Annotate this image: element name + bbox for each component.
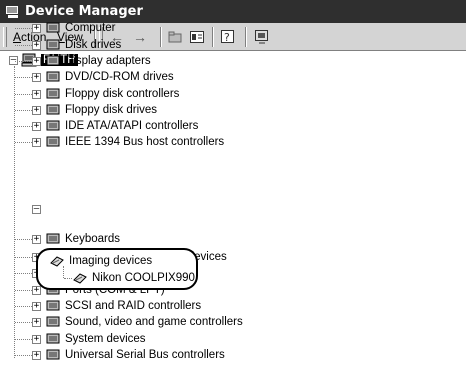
expand-toggle-dvd-cd-rom-drives[interactable]: + xyxy=(32,73,41,82)
svg-text:?: ? xyxy=(224,31,230,44)
tree-connector-branch xyxy=(15,257,32,258)
tree-connector-branch xyxy=(15,290,32,291)
display-adapter-icon xyxy=(46,55,60,66)
properties-icon[interactable] xyxy=(188,28,206,45)
category-label: Floppy disk controllers xyxy=(65,88,180,100)
tree-category-system-devices[interactable]: System devices xyxy=(45,331,146,347)
expand-toggle-scsi-and-raid-controllers[interactable]: + xyxy=(32,302,41,311)
tree-device-nikon-coolpix990[interactable]: Nikon COOLPIX990 xyxy=(72,270,195,286)
category-label: IDE ATA/ATAPI controllers xyxy=(65,120,199,132)
expand-toggle-floppy-disk-drives[interactable]: + xyxy=(32,106,41,115)
imaging-devices-label: Imaging devices xyxy=(69,255,153,267)
expand-toggle-ieee-1394-bus-host-controllers[interactable]: + xyxy=(32,138,41,147)
tree-category-disk-drives[interactable]: Disk drives xyxy=(45,37,121,53)
camera-device-icon xyxy=(73,273,87,284)
tree-category-keyboards[interactable]: Keyboards xyxy=(45,231,120,247)
expand-toggle-keyboards[interactable]: + xyxy=(32,235,41,244)
collapse-toggle-imaging-devices[interactable]: – xyxy=(32,205,41,214)
category-label: Disk drives xyxy=(65,39,122,51)
ieee1394-icon xyxy=(46,136,60,147)
tree-category-floppy-disk-drives[interactable]: Floppy disk drives xyxy=(45,102,157,118)
tree-connector-branch xyxy=(15,94,32,95)
expand-toggle-display-adapters[interactable]: + xyxy=(32,57,41,66)
nikon-device-label: Nikon COOLPIX990 xyxy=(92,272,195,284)
expand-toggle-floppy-disk-controllers[interactable]: + xyxy=(32,90,41,99)
tree-connector-branch xyxy=(15,355,32,356)
toolbar-grip[interactable] xyxy=(3,27,7,47)
menu-action[interactable]: Action xyxy=(13,30,46,44)
expand-toggle-computer[interactable]: + xyxy=(32,24,41,33)
tree-connector-branch xyxy=(15,306,32,307)
tree-connector-branch xyxy=(15,28,32,29)
tree-connector-branch xyxy=(15,110,32,111)
tree-category-ieee-1394-bus-host-controllers[interactable]: IEEE 1394 Bus host controllers xyxy=(45,134,224,150)
tree-category-sound-video-and-game-controllers[interactable]: Sound, video and game controllers xyxy=(45,314,243,330)
category-label: Display adapters xyxy=(65,55,151,67)
tree-connector-child xyxy=(64,278,72,279)
device-manager-icon xyxy=(6,5,20,18)
tree-category-scsi-and-raid-controllers[interactable]: SCSI and RAID controllers xyxy=(45,298,201,314)
category-label: Universal Serial Bus controllers xyxy=(65,349,225,361)
system-device-icon xyxy=(46,333,60,344)
tree-category-universal-serial-bus-controllers[interactable]: Universal Serial Bus controllers xyxy=(45,347,225,363)
tree-category-ide-ata-atapi-controllers[interactable]: IDE ATA/ATAPI controllers xyxy=(45,118,198,134)
toolbar-separator-3 xyxy=(212,27,214,47)
tree-category-display-adapters[interactable]: Display adapters xyxy=(45,53,151,69)
category-label: Keyboards xyxy=(65,233,120,245)
toolbar-separator-2 xyxy=(160,27,162,47)
category-label: Floppy disk drives xyxy=(65,104,158,116)
tree-connector-branch xyxy=(15,322,32,323)
tree-category-computer[interactable]: Computer xyxy=(45,20,116,36)
scsi-icon xyxy=(46,300,60,311)
tree-connector-child-v xyxy=(63,266,64,278)
category-label: SCSI and RAID controllers xyxy=(65,300,202,312)
tree-connector-branch xyxy=(15,77,32,78)
tree-connector-branch xyxy=(15,273,32,274)
category-label: System devices xyxy=(65,333,146,345)
tree-connector-branch xyxy=(15,45,32,46)
category-label: Computer xyxy=(65,22,116,34)
forward-arrow-icon[interactable]: → xyxy=(131,28,149,45)
tree-connector-branch xyxy=(15,126,32,127)
tree-connector-branch xyxy=(15,239,32,240)
up-folder-icon[interactable] xyxy=(166,28,184,45)
expand-toggle-disk-drives[interactable]: + xyxy=(32,41,41,50)
help-icon[interactable]: ? xyxy=(219,28,237,45)
sound-icon xyxy=(46,316,60,327)
expand-toggle-system-devices[interactable]: + xyxy=(32,335,41,344)
device-tree[interactable]: – FAITH +Computer+Disk drives+Display ad… xyxy=(0,22,466,366)
expand-toggle-ide-ata-atapi-controllers[interactable]: + xyxy=(32,122,41,131)
tree-category-dvd-cd-rom-drives[interactable]: DVD/CD-ROM drives xyxy=(45,69,174,85)
tree-connector-branch xyxy=(15,339,32,340)
expand-toggle-ports-com-lpt[interactable]: + xyxy=(32,286,41,295)
floppy-controller-icon xyxy=(46,88,60,99)
disk-drive-icon xyxy=(46,39,60,50)
window-title: Device Manager xyxy=(25,4,143,19)
expand-toggle-sound-video-and-game-controllers[interactable]: + xyxy=(32,318,41,327)
tree-connector-branch xyxy=(15,61,32,62)
tree-category-floppy-disk-controllers[interactable]: Floppy disk controllers xyxy=(45,86,179,102)
toolbar-separator-4 xyxy=(245,27,247,47)
menu-action-accel: A xyxy=(13,30,22,44)
keyboard-icon xyxy=(46,233,60,244)
category-label: IEEE 1394 Bus host controllers xyxy=(65,136,225,148)
floppy-drive-icon xyxy=(46,104,60,115)
scan-hardware-icon[interactable] xyxy=(253,28,271,45)
usb-icon xyxy=(46,349,60,360)
ide-controller-icon xyxy=(46,120,60,131)
category-label: DVD/CD-ROM drives xyxy=(65,71,174,83)
tree-category-imaging-devices[interactable]: Imaging devices xyxy=(49,253,152,269)
dvd-drive-icon xyxy=(46,71,60,82)
expand-toggle-universal-serial-bus-controllers[interactable]: + xyxy=(32,351,41,360)
tree-connector-branch xyxy=(15,142,32,143)
category-label: Sound, video and game controllers xyxy=(65,316,243,328)
computer-icon xyxy=(46,22,60,33)
